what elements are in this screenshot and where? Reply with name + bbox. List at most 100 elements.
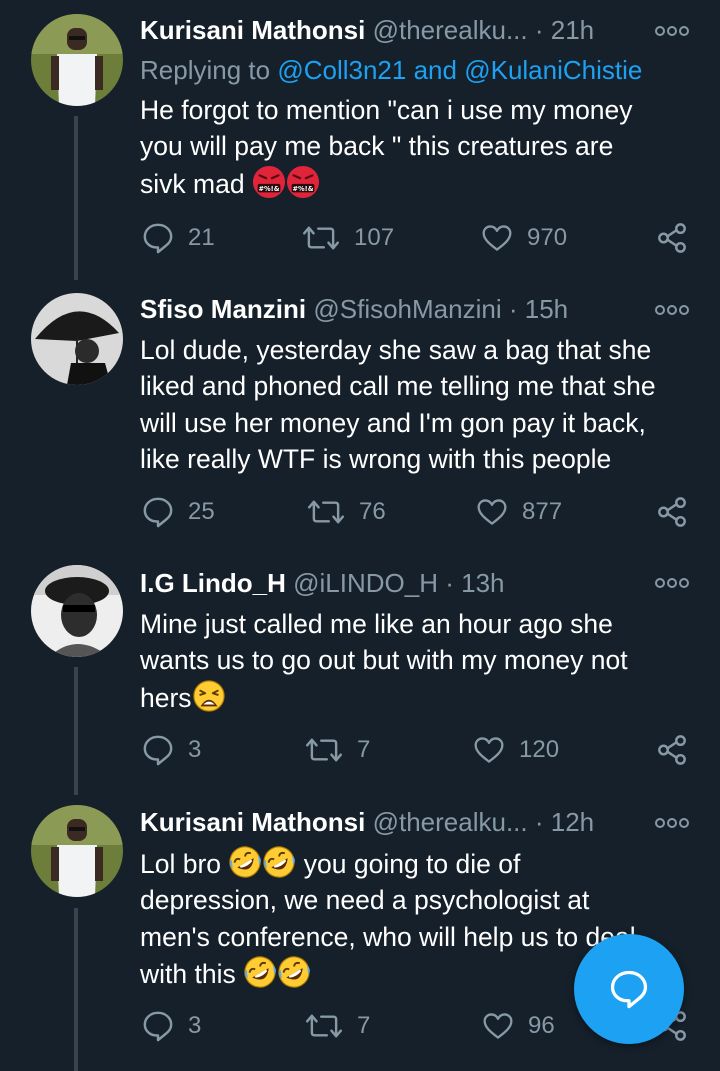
tweet[interactable]: Sfiso Manzini @SfisohManzini · 15h Lol d… — [0, 280, 720, 550]
angry-face-icon — [252, 165, 286, 199]
reply-count: 3 — [188, 1012, 202, 1039]
separator: · — [534, 807, 544, 837]
reply-count: 25 — [188, 498, 215, 525]
like-icon — [473, 735, 505, 765]
like-button[interactable]: 120 — [473, 730, 559, 770]
retweet-count: 107 — [354, 224, 395, 251]
reply-button[interactable]: 3 — [142, 1006, 201, 1046]
share-button[interactable] — [656, 218, 688, 258]
like-count: 970 — [527, 224, 568, 251]
retweet-button[interactable]: 7 — [305, 1006, 370, 1046]
like-button[interactable]: 877 — [476, 492, 562, 532]
reply-and: and — [413, 55, 457, 85]
more-icon[interactable] — [655, 303, 689, 317]
avatar[interactable] — [31, 805, 123, 897]
reply-count: 21 — [188, 224, 215, 251]
tweet-header: Kurisani Mathonsi @therealku... · 12h — [140, 806, 594, 838]
retweet-button[interactable]: 7 — [305, 730, 370, 770]
author-handle[interactable]: @iLINDO_H — [293, 568, 438, 598]
author-name[interactable]: I.G Lindo_H — [140, 568, 286, 598]
text-line: wants us to go out but with my money not — [140, 645, 628, 676]
share-icon — [656, 496, 688, 528]
text-segment: you going to die of — [296, 849, 521, 879]
avatar[interactable] — [31, 565, 123, 657]
like-icon — [481, 223, 513, 253]
text-line: will use her money and I'm gon pay it ba… — [140, 407, 646, 438]
avatar[interactable] — [31, 14, 123, 106]
reply-count: 3 — [188, 736, 202, 763]
more-icon[interactable] — [655, 24, 689, 38]
text-line: hers — [140, 679, 700, 716]
text-line: Lol dude, yesterday she saw a bag that s… — [140, 335, 652, 365]
reply-handle-link[interactable]: @Coll3n21 — [277, 55, 406, 85]
tweet-time[interactable]: 21h — [551, 15, 594, 45]
text-line: you will pay me back " this creatures ar… — [140, 131, 614, 162]
like-button[interactable]: 96 — [482, 1006, 555, 1046]
tweet[interactable]: I.G Lindo_H @iLINDO_H · 13h Mine just ca… — [0, 555, 720, 800]
reply-icon — [142, 734, 174, 766]
like-count: 120 — [519, 736, 560, 763]
retweet-icon — [305, 736, 343, 764]
author-handle[interactable]: @therealku... — [373, 807, 528, 837]
text-line: Mine just called me like an hour ago she — [140, 609, 613, 639]
text-segment: sivk mad — [140, 168, 245, 199]
tweet-text: Lol dude, yesterday she saw a bag that s… — [140, 332, 700, 477]
compose-reply-button[interactable] — [574, 934, 684, 1044]
share-button[interactable] — [656, 730, 688, 770]
reply-handle-link[interactable]: @KulaniChistie — [464, 55, 642, 85]
compose-reply-icon — [610, 970, 648, 1009]
retweet-button[interactable]: 76 — [307, 492, 386, 532]
tweet-header: I.G Lindo_H @iLINDO_H · 13h — [140, 567, 505, 599]
weary-face-icon — [192, 679, 226, 713]
replying-to: Replying to @Coll3n21 and @KulaniChistie — [140, 54, 642, 86]
like-count: 877 — [522, 498, 563, 525]
reply-icon — [142, 1010, 174, 1042]
like-button[interactable]: 970 — [481, 218, 567, 258]
tweet-time[interactable]: 13h — [461, 568, 504, 598]
text-line: sivk mad — [140, 165, 700, 202]
like-icon — [482, 1011, 514, 1041]
avatar[interactable] — [31, 293, 123, 385]
retweet-count: 7 — [357, 1012, 371, 1039]
reply-button[interactable]: 25 — [142, 492, 215, 532]
reply-button[interactable]: 3 — [142, 730, 201, 770]
replying-to-label: Replying to — [140, 55, 271, 85]
rofl-face-icon — [277, 955, 311, 989]
tweet[interactable]: Kurisani Mathonsi @therealku... · 21h Re… — [0, 0, 720, 280]
thread-line — [74, 908, 78, 1071]
text-line: He forgot to mention "can i use my money — [140, 95, 633, 125]
reply-button[interactable]: 21 — [142, 218, 215, 258]
tweet-header: Kurisani Mathonsi @therealku... · 21h — [140, 14, 594, 46]
tweet-time[interactable]: 15h — [525, 294, 568, 324]
author-handle[interactable]: @therealku... — [373, 15, 528, 45]
share-icon — [656, 222, 688, 254]
tweet-header: Sfiso Manzini @SfisohManzini · 15h — [140, 293, 568, 325]
tweet-time[interactable]: 12h — [551, 807, 594, 837]
retweet-icon — [305, 1012, 343, 1040]
separator: · — [445, 568, 454, 598]
tweet-actions: 21 107 970 — [0, 218, 720, 258]
tweet-actions: 3 7 120 — [0, 730, 720, 770]
more-icon[interactable] — [655, 816, 689, 830]
text-line: liked and phoned call me telling me that… — [140, 371, 656, 402]
retweet-count: 7 — [357, 736, 371, 763]
author-name[interactable]: Kurisani Mathonsi — [140, 807, 365, 837]
reply-icon — [142, 496, 174, 528]
retweet-count: 76 — [359, 498, 386, 525]
author-handle[interactable]: @SfisohManzini — [313, 294, 501, 324]
share-button[interactable] — [656, 492, 688, 532]
text-line: depression, we need a psychologist at — [140, 885, 590, 916]
like-icon — [476, 497, 508, 527]
separator: · — [534, 15, 544, 45]
retweet-button[interactable]: 107 — [302, 218, 394, 258]
angry-face-icon — [286, 165, 320, 199]
author-name[interactable]: Sfiso Manzini — [140, 294, 306, 324]
tweet-text: Mine just called me like an hour ago she… — [140, 606, 700, 716]
tweet-actions: 25 76 877 — [0, 492, 720, 532]
author-name[interactable]: Kurisani Mathonsi — [140, 15, 365, 45]
rofl-face-icon — [262, 845, 296, 879]
more-icon[interactable] — [655, 576, 689, 590]
text-segment: with this — [140, 958, 236, 989]
reply-icon — [142, 222, 174, 254]
share-icon — [656, 734, 688, 766]
